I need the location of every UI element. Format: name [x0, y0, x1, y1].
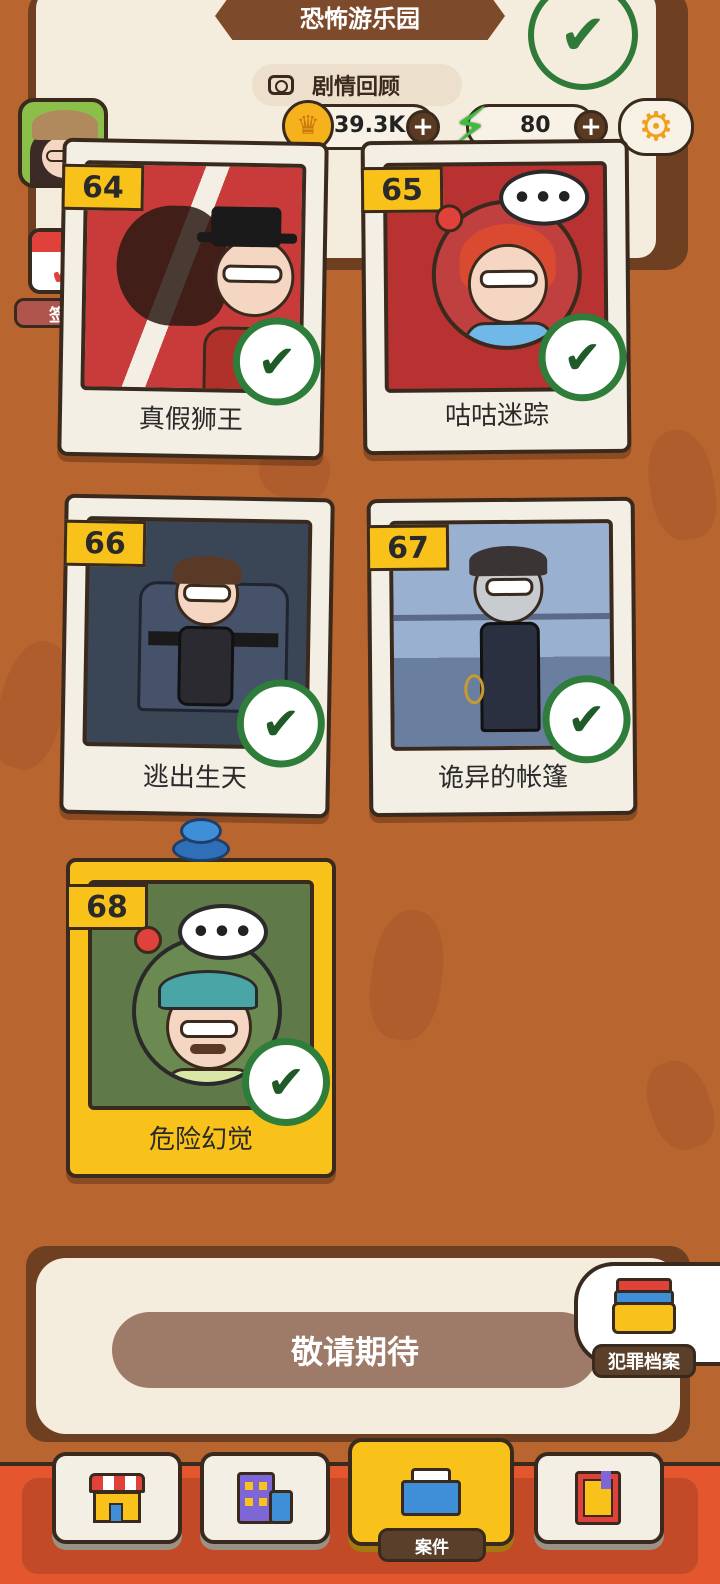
- completed-check-icon: ✔: [542, 674, 631, 764]
- story-review-button[interactable]: 剧情回顾: [252, 64, 462, 106]
- case-number: 68: [66, 884, 148, 930]
- completed-check-icon: ✔: [538, 312, 627, 402]
- nav-book[interactable]: [534, 1452, 664, 1544]
- archive-tray-icon: [612, 1278, 676, 1336]
- case-card-68[interactable]: 68 ••• ✔ 危险幻觉: [66, 858, 336, 1178]
- case-number: 65: [360, 166, 444, 214]
- case-card-66[interactable]: 66 ✔ 逃出生天: [59, 493, 335, 819]
- footprint-decoration: [636, 1052, 720, 1158]
- case-number: 64: [61, 163, 145, 212]
- nav-cases-label: 案件: [378, 1528, 486, 1562]
- coming-soon-banner: 敬请期待: [112, 1312, 598, 1388]
- nav-city[interactable]: [200, 1452, 330, 1544]
- footprint-decoration: [363, 905, 451, 1045]
- notification-dot: [134, 926, 162, 954]
- case-card-65[interactable]: 65 ••• ✔ 咕咕迷踪: [360, 138, 632, 456]
- energy-value: 80: [520, 113, 551, 138]
- footprint-decoration: [640, 425, 720, 545]
- add-coins-button[interactable]: +: [406, 110, 440, 144]
- case-number: 66: [63, 519, 147, 568]
- shop-icon: [89, 1473, 145, 1523]
- case-card-67[interactable]: 67 ✔ 诡异的帐篷: [366, 496, 638, 818]
- notification-dot: [435, 204, 464, 233]
- gear-icon: ⚙: [638, 104, 674, 150]
- case-card-64[interactable]: 64 ✔ 真假狮王: [57, 137, 329, 461]
- book-icon: [575, 1471, 623, 1525]
- nav-shop[interactable]: [52, 1452, 182, 1544]
- speech-bubble-icon: •••: [178, 904, 268, 960]
- case-number: 67: [366, 524, 450, 572]
- mail-icon: [401, 1468, 461, 1516]
- completed-check-icon: ✔: [242, 1038, 330, 1126]
- page-title: 恐怖游乐园: [215, 0, 505, 40]
- camera-icon: [268, 75, 294, 95]
- building-icon: [237, 1472, 293, 1524]
- completed-check-icon: ✔: [236, 678, 326, 769]
- coin-value: 39.3K: [334, 113, 406, 138]
- settings-button[interactable]: ⚙: [618, 98, 694, 156]
- story-review-label: 剧情回顾: [312, 75, 401, 100]
- completed-check-icon: ✔: [232, 316, 322, 407]
- pushpin-icon: [172, 818, 230, 868]
- crime-archive-label: 犯罪档案: [592, 1344, 696, 1378]
